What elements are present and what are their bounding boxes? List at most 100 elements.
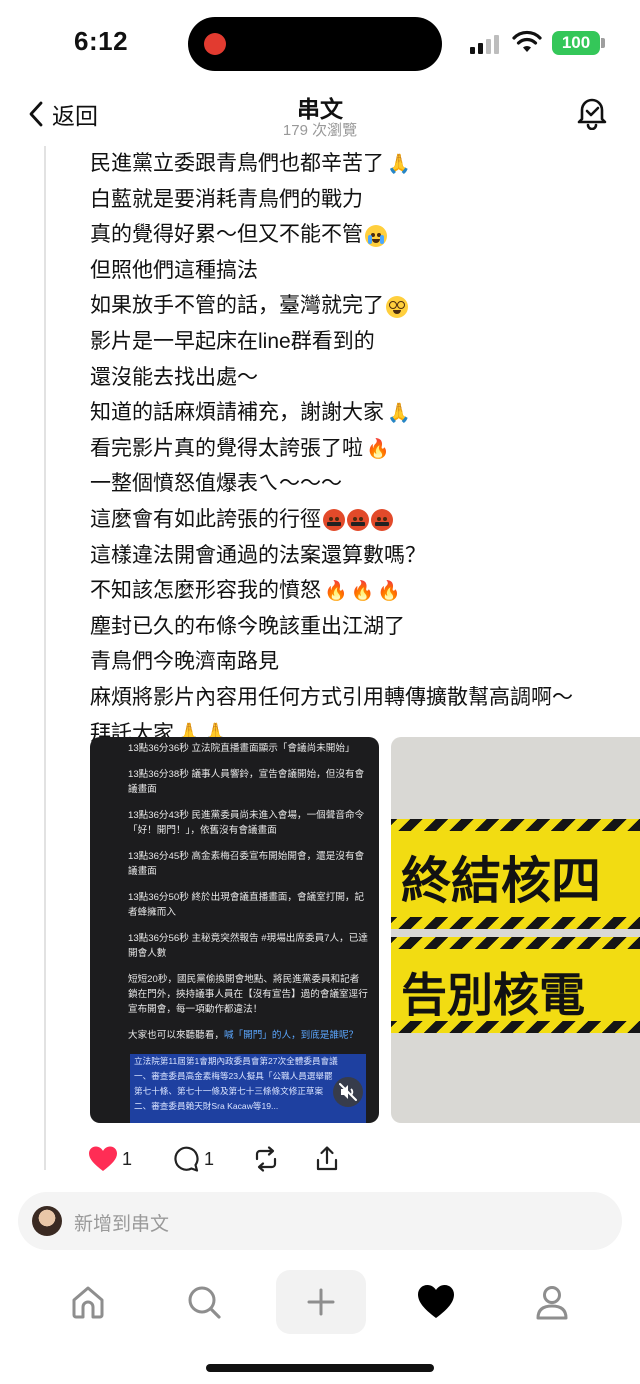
post-text-line: 還沒能去找出處～	[90, 360, 630, 396]
tab-search[interactable]	[180, 1278, 228, 1326]
comment-button[interactable]: 1	[172, 1145, 214, 1173]
post-text: 這麼會有如此誇張的行徑	[90, 507, 321, 531]
like-button[interactable]: 1	[88, 1145, 132, 1173]
bottom-tab-bar	[0, 1268, 640, 1338]
cursing-face-emoji-icon	[323, 509, 345, 532]
post-body: 民進黨立委跟青鳥們也都辛苦了 🙏 白藍就是要消耗青鳥們的戰力 真的覺得好累～但又不能不…	[90, 146, 630, 751]
comment-count: 1	[204, 1148, 215, 1169]
post-actions: 1 1	[88, 1142, 340, 1176]
closing-link: 喊「開門」的人，到底是誰呢？	[223, 1030, 359, 1041]
post-text: 影片是一早起床在line群看到的	[90, 329, 375, 353]
post-photo[interactable]: 終結核四 告別核電	[391, 737, 640, 1123]
video-caption-item: 13點36分38秒 議事人員響鈴，宣告會議開始，但沒有會議畫面	[128, 769, 365, 795]
video-caption-item: 13點36分43秒 民進黨委員尚未進入會場，一個聲音命令「好！開門！」，依舊沒有…	[128, 810, 365, 836]
post-text: 白藍就是要消耗青鳥們的戰力	[90, 187, 363, 211]
search-icon	[188, 1286, 221, 1319]
post-text-line: 白藍就是要消耗青鳥們的戰力	[90, 182, 630, 218]
protest-banner-top: 終結核四	[391, 831, 640, 917]
status-time: 6:12	[74, 26, 129, 56]
protest-banner-bottom: 告別核電	[391, 949, 640, 1022]
home-indicator	[206, 1364, 434, 1372]
post-text-line: 這麼會有如此誇張的行徑	[90, 502, 630, 538]
like-count: 1	[122, 1148, 133, 1169]
video-caption-item: 13點36分50秒 終於出現會議直播畫面，會議室打開，記者蜂擁而入	[128, 892, 365, 918]
comment-icon	[174, 1146, 199, 1172]
post-text: 如果放手不管的話，臺灣就完了	[90, 294, 384, 318]
avatar	[32, 1206, 62, 1236]
video-caption-closing: 大家也可以來聽聽看，喊「開門」的人，到底是誰呢？	[128, 1028, 368, 1043]
post-text-line: 青鳥們今晚濟南路見	[90, 644, 630, 680]
wifi-icon	[512, 30, 542, 52]
post-text: 麻煩將影片內容用任何方式引用轉傳擴散幫高調啊～	[90, 685, 573, 709]
dizzy-face-emoji-icon	[386, 295, 408, 318]
header: 返回 串文 179 次瀏覽	[0, 88, 640, 146]
post-text-line: 但照他們這種搞法	[90, 253, 630, 289]
dynamic-island	[188, 17, 442, 71]
post-text-line: 真的覺得好累～但又不能不管	[90, 217, 630, 253]
crying-face-emoji-icon	[365, 224, 387, 247]
plus-icon	[307, 1288, 335, 1316]
tab-home[interactable]	[64, 1278, 112, 1326]
post-text-line: 一整個憤怒值爆表ㄟ～～～	[90, 466, 630, 502]
post-text: 真的覺得好累～但又不能不管	[90, 223, 363, 247]
tab-profile[interactable]	[528, 1278, 576, 1326]
repost-icon	[255, 1146, 277, 1172]
post-text: 塵封已久的布條今晚該重出江湖了	[90, 614, 405, 638]
repost-button[interactable]	[252, 1145, 280, 1173]
doc-line: 第七十條、第七十一條及第七十三條條文修正草案	[134, 1086, 324, 1096]
fire-emoji-icon: 🔥	[377, 581, 402, 603]
video-caption-item: 13點36分56秒 主秘竟突然報告 #現場出席委員7人，已達開會人數	[128, 933, 368, 959]
banner-text-bottom: 告別核電	[401, 968, 585, 1022]
fire-emoji-icon: 🔥	[350, 581, 375, 603]
view-count: 179 次瀏覽	[282, 122, 358, 139]
post-text-line: 麻煩將影片內容用任何方式引用轉傳擴散幫高調啊～	[90, 680, 630, 716]
notification-bell-icon[interactable]	[574, 94, 610, 130]
post-text-line: 知道的話麻煩請補充，謝謝大家 🙏	[90, 395, 630, 431]
tab-create[interactable]	[276, 1270, 366, 1334]
doc-line: 二、審查委員賴天財Sra Kacaw等19...	[134, 1101, 279, 1111]
post-text: 還沒能去找出處～	[90, 365, 258, 389]
banner-text-top: 終結核四	[401, 852, 601, 910]
heart-filled-icon	[89, 1146, 117, 1171]
tab-activity[interactable]	[412, 1278, 460, 1326]
thread-line	[44, 146, 46, 1170]
cursing-face-emoji-icon	[347, 509, 369, 532]
reply-placeholder: 新增到串文	[74, 1214, 170, 1235]
cursing-face-emoji-icon	[371, 509, 393, 532]
battery-tip	[601, 38, 605, 48]
video-document-preview: 立法院第11屆第1會期內政委員會第27次全體委員會議 一、審查委員高金素梅等23…	[130, 1054, 366, 1123]
post-text-line: 塵封已久的布條今晚該重出江湖了	[90, 609, 630, 645]
fire-emoji-icon: 🔥	[366, 438, 390, 460]
post-video[interactable]: 13點36分36秒 立法院直播畫面顯示「會議尚未開始」 13點36分38秒 議事…	[90, 737, 379, 1123]
battery-icon: 100	[552, 31, 600, 55]
post-text-line: 如果放手不管的話，臺灣就完了	[90, 288, 630, 324]
post-text: 不知該怎麼形容我的憤怒	[90, 579, 321, 603]
post-text: 看完影片真的覺得太誇張了啦	[90, 436, 363, 460]
closing-text: 大家也可以來聽聽看，	[128, 1030, 224, 1041]
post-text-line: 看完影片真的覺得太誇張了啦 🔥	[90, 431, 630, 467]
status-bar: 6:12 100	[0, 0, 640, 88]
post-text: 青鳥們今晚濟南路見	[90, 650, 279, 674]
doc-line: 一、審查委員高金素梅等23人擬具「公職人員選舉罷	[134, 1071, 333, 1081]
reply-input[interactable]: 新增到串文	[18, 1192, 622, 1250]
post-text-line: 不知該怎麼形容我的憤怒 🔥 🔥 🔥	[90, 573, 630, 609]
video-caption-item: 13點36分36秒 立法院直播畫面顯示「會議尚未開始」	[128, 743, 355, 754]
video-caption-item: 短短20秒，國民黨偷換開會地點、將民進黨委員和記者鎖在門外，挾持議事人員在【沒有…	[128, 974, 368, 1015]
post-text: 民進黨立委跟青鳥們也都辛苦了	[90, 152, 384, 175]
video-caption-list: 13點36分36秒 立法院直播畫面顯示「會議尚未開始」 13點36分38秒 議事…	[128, 741, 368, 1054]
battery-level: 100	[561, 33, 591, 52]
video-caption-item: 13點36分45秒 高金素梅召委宣布開始開會，還是沒有會議畫面	[128, 851, 365, 877]
hazard-stripe	[391, 937, 640, 949]
mute-button[interactable]	[333, 1077, 363, 1107]
cellular-signal-icon	[470, 35, 499, 54]
hazard-stripe	[391, 819, 640, 831]
speaker-muted-icon	[339, 1083, 357, 1101]
post-text: 但照他們這種搞法	[90, 258, 258, 282]
post-text: 這樣違法開會通過的法案還算數嗎？	[90, 543, 426, 567]
share-icon	[316, 1146, 338, 1171]
doc-line: 立法院第11屆第1會期內政委員會第27次全體委員會議	[134, 1056, 338, 1066]
post-text-line: 這樣違法開會通過的法案還算數嗎？	[90, 538, 630, 574]
share-button[interactable]	[314, 1145, 340, 1173]
fire-emoji-icon: 🔥	[324, 581, 348, 603]
post-text-line: 民進黨立委跟青鳥們也都辛苦了 🙏	[90, 146, 630, 182]
